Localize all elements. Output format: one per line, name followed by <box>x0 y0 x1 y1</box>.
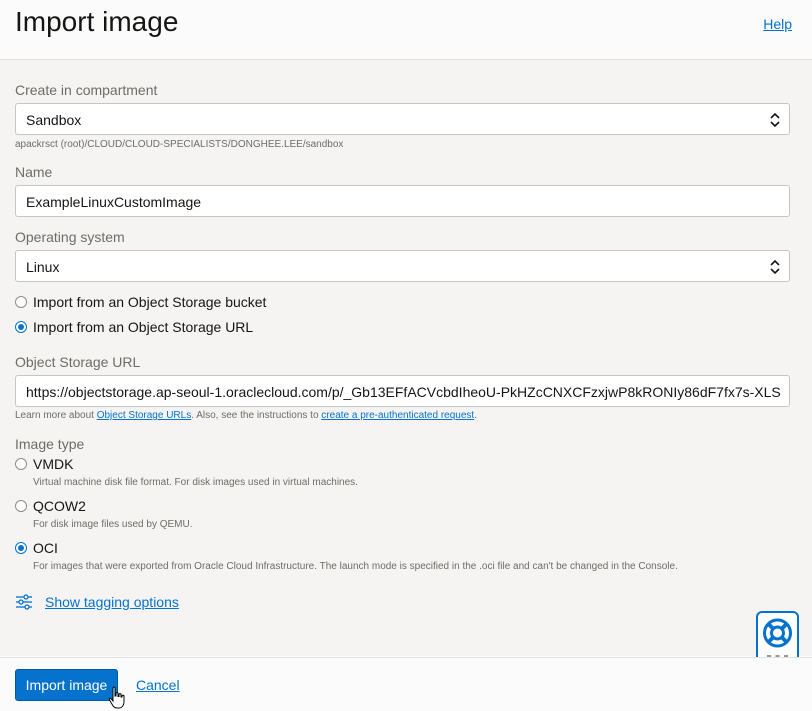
compartment-path: apackrsct (root)/CLOUD/CLOUD-SPECIALISTS… <box>15 139 344 150</box>
help-link[interactable]: Help <box>763 16 792 32</box>
url-help-text: Learn more about Object Storage URLs. Al… <box>15 410 477 421</box>
image-type-option-label: QCOW2 <box>33 498 86 514</box>
form-body: Create in compartment Sandbox apackrsct … <box>0 60 812 656</box>
tagging-toggle[interactable]: Show tagging options <box>15 593 179 611</box>
panel-header: Import image Help <box>0 0 812 60</box>
image-type-option-label: OCI <box>33 540 58 556</box>
object-storage-urls-link[interactable]: Object Storage URLs <box>97 410 192 421</box>
name-label: Name <box>15 164 53 180</box>
create-par-link[interactable]: create a pre-authenticated request <box>321 410 474 421</box>
os-select[interactable]: Linux <box>15 250 790 282</box>
image-type-label: Image type <box>15 436 85 452</box>
panel-footer: Import image Cancel <box>0 657 812 711</box>
hand-pointer-cursor-icon <box>108 686 125 709</box>
os-select-value: Linux <box>26 259 60 275</box>
url-help-prefix: Learn more about <box>15 410 97 421</box>
import-image-button[interactable]: Import image <box>15 669 118 701</box>
radio-button[interactable] <box>15 500 27 512</box>
cancel-link[interactable]: Cancel <box>136 677 180 693</box>
chevron-up-down-icon <box>770 259 780 275</box>
sliders-icon <box>16 594 32 610</box>
image-type-oci[interactable]: OCI <box>15 540 58 556</box>
radio-button-selected[interactable] <box>15 542 27 554</box>
image-type-vmdk[interactable]: VMDK <box>15 456 73 472</box>
url-input-value: https://objectstorage.ap-seoul-1.oraclec… <box>26 384 781 400</box>
compartment-select[interactable]: Sandbox <box>15 103 790 135</box>
radio-button[interactable] <box>15 296 27 308</box>
source-option-label: Import from an Object Storage URL <box>33 319 254 335</box>
name-input-value: ExampleLinuxCustomImage <box>26 194 202 210</box>
url-input[interactable]: https://objectstorage.ap-seoul-1.oraclec… <box>15 375 790 407</box>
source-option-label: Import from an Object Storage bucket <box>33 294 267 310</box>
radio-button[interactable] <box>15 458 27 470</box>
url-help-suffix: . <box>474 410 477 421</box>
radio-button-selected[interactable] <box>15 321 27 333</box>
compartment-select-value: Sandbox <box>26 112 82 128</box>
show-tagging-options-link[interactable]: Show tagging options <box>45 594 179 610</box>
page-title: Import image <box>15 6 179 37</box>
url-help-mid: . Also, see the instructions to <box>191 410 322 421</box>
url-label: Object Storage URL <box>15 354 141 370</box>
source-option-bucket[interactable]: Import from an Object Storage bucket <box>15 294 266 310</box>
name-input[interactable]: ExampleLinuxCustomImage <box>15 185 790 217</box>
source-option-url[interactable]: Import from an Object Storage URL <box>15 319 253 335</box>
os-label: Operating system <box>15 229 125 245</box>
image-type-desc: For disk image files used by QEMU. <box>33 519 193 530</box>
compartment-label: Create in compartment <box>15 82 158 98</box>
chevron-up-down-icon <box>770 112 780 128</box>
image-type-qcow2[interactable]: QCOW2 <box>15 498 86 514</box>
image-type-option-label: VMDK <box>33 456 74 472</box>
image-type-desc: For images that were exported from Oracl… <box>33 561 678 572</box>
image-type-desc: Virtual machine disk file format. For di… <box>33 477 358 488</box>
